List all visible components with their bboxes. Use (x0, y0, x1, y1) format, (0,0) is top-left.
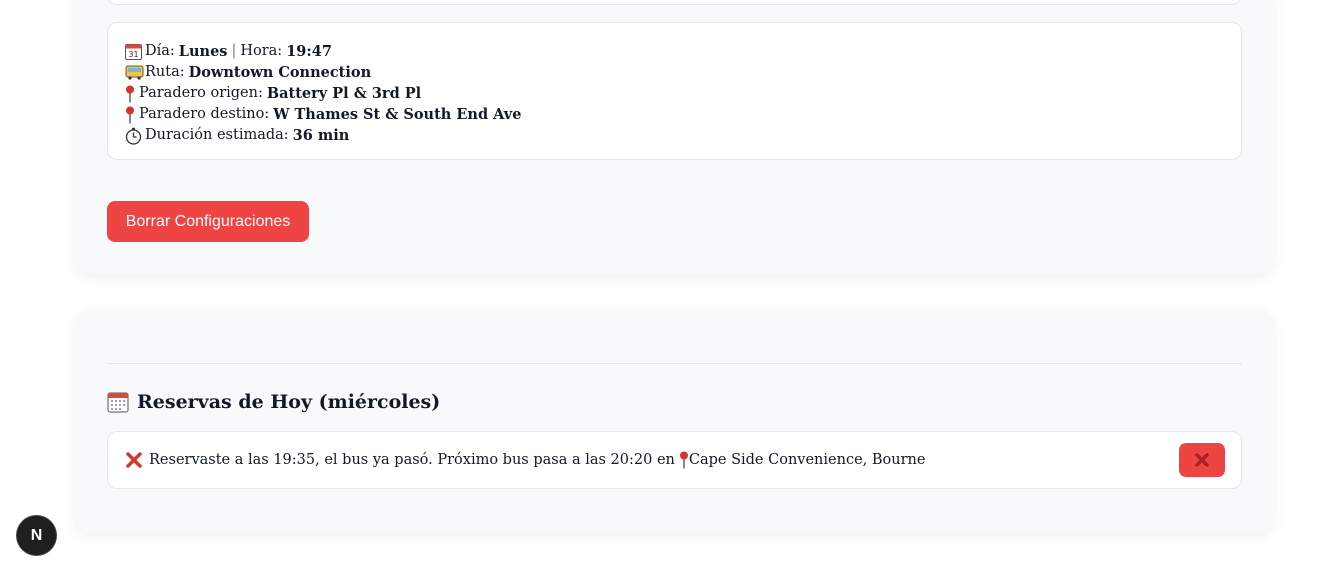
reservations-title-text: Reservas de Hoy (miércoles) (137, 391, 441, 413)
delete-reservation-button[interactable] (1179, 443, 1225, 477)
reservations-title: Reservas de Hoy (miércoles) (107, 391, 440, 413)
summary-origin: Paradero origen: Battery Pl & 3rd Pl (125, 83, 1224, 104)
cross-mark-icon (125, 451, 143, 469)
summary-route: Ruta: Downtown Connection (125, 62, 1224, 83)
destination-value: W Thames St & South End Ave (273, 106, 522, 123)
previous-panel (107, 0, 1242, 5)
clear-settings-button[interactable]: Borrar Configuraciones (107, 201, 309, 242)
reservations-card: Reservas de Hoy (miércoles) Reservaste a… (75, 309, 1274, 533)
time-label: Hora: (240, 43, 283, 59)
pin-icon (125, 85, 139, 103)
route-label: Ruta: (145, 64, 185, 80)
trip-config-card: 31 Día: Lunes | Hora: 19:47 Ruta: Downto… (75, 0, 1274, 274)
stopwatch-icon (125, 127, 145, 145)
day-label: Día: (145, 43, 175, 59)
separator: | (231, 43, 237, 59)
reservation-message-text: Reservaste a las 19:35, el bus ya pasó. … (149, 452, 675, 468)
route-value: Downtown Connection (188, 64, 372, 81)
pin-icon (125, 106, 139, 124)
nextjs-dev-badge[interactable]: N (17, 516, 56, 555)
pin-icon (679, 451, 689, 469)
origin-value: Battery Pl & 3rd Pl (266, 85, 422, 102)
calendar-icon: 31 (125, 43, 145, 60)
reservation-item: Reservaste a las 19:35, el bus ya pasó. … (107, 431, 1242, 489)
duration-label: Duración estimada: (145, 127, 289, 143)
summary-duration: Duración estimada: 36 min (125, 125, 1224, 146)
bus-icon (125, 65, 145, 80)
origin-label: Paradero origen: (139, 85, 263, 101)
time-value: 19:47 (286, 43, 332, 60)
calendar-icon (107, 391, 129, 413)
duration-value: 36 min (292, 127, 350, 144)
trip-summary: 31 Día: Lunes | Hora: 19:47 Ruta: Downto… (107, 22, 1242, 160)
cross-mark-icon (1194, 452, 1210, 468)
badge-letter: N (30, 526, 43, 544)
reservation-message: Reservaste a las 19:35, el bus ya pasó. … (125, 451, 925, 469)
day-value: Lunes (178, 43, 228, 60)
svg-text:31: 31 (128, 50, 138, 59)
summary-destination: Paradero destino: W Thames St & South En… (125, 104, 1224, 125)
divider (107, 363, 1242, 364)
destination-label: Paradero destino: (139, 106, 270, 122)
reservation-stop: Cape Side Convenience, Bourne (688, 452, 926, 468)
summary-day-time: 31 Día: Lunes | Hora: 19:47 (125, 41, 1224, 62)
